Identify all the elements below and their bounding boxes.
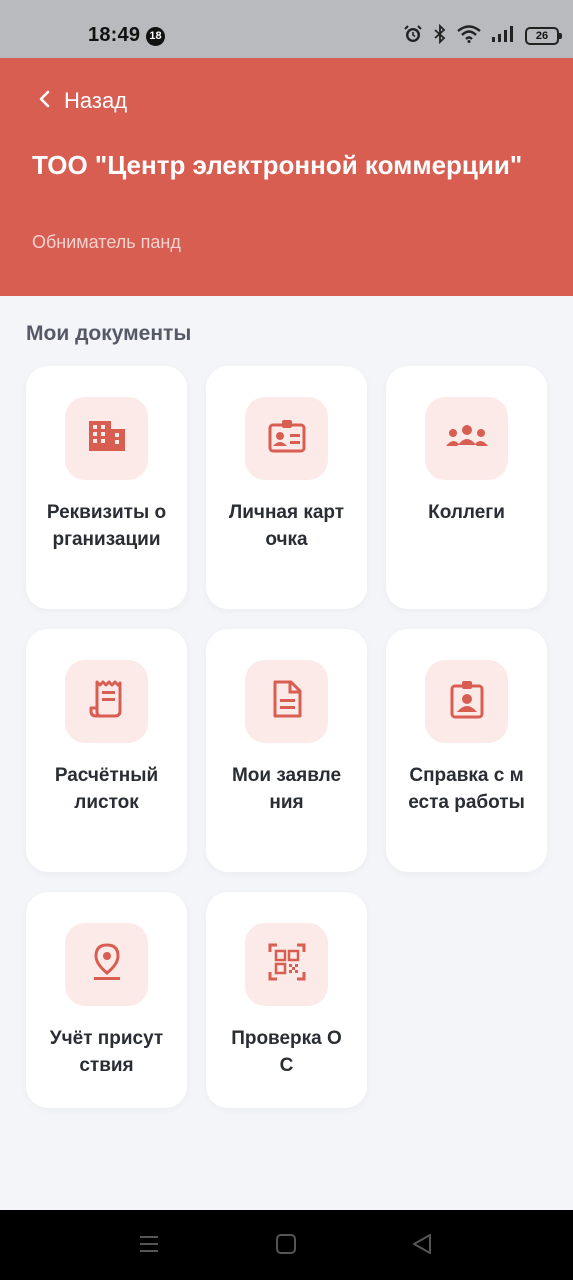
alarm-icon bbox=[403, 24, 423, 49]
people-icon bbox=[445, 423, 489, 454]
card-label: Личная карточка bbox=[228, 502, 345, 550]
chevron-left-icon bbox=[38, 89, 52, 114]
status-bar: 18:49 18 26 bbox=[0, 0, 573, 58]
card-label: Мои заявления bbox=[231, 765, 342, 813]
header: Назад ТОО "Центр электронной коммерции" … bbox=[0, 58, 573, 296]
bluetooth-icon bbox=[433, 23, 447, 49]
back-button[interactable]: Назад bbox=[38, 88, 127, 114]
employee-position: Обниматель панд bbox=[32, 232, 181, 252]
certificate-icon bbox=[449, 679, 485, 724]
signal-icon bbox=[491, 25, 515, 48]
organization-title: ТОО "Центр электронной коммерции" bbox=[32, 150, 523, 180]
document-icon bbox=[271, 679, 303, 724]
icon-container bbox=[65, 397, 148, 480]
notification-count-badge: 18 bbox=[146, 27, 165, 46]
card-label: Справка с места работы bbox=[408, 765, 525, 813]
card-attendance[interactable]: Учёт присутствия bbox=[26, 892, 187, 1108]
icon-container bbox=[245, 923, 328, 1006]
battery-icon: 26 bbox=[525, 27, 562, 45]
card-employment-certificate[interactable]: Справка с места работы bbox=[386, 629, 547, 872]
documents-grid: Реквизиты организации Личная карточка Ко… bbox=[26, 366, 548, 1108]
card-payslip[interactable]: Расчётный листок bbox=[26, 629, 187, 872]
card-label: Реквизиты организации bbox=[46, 502, 167, 550]
icon-container bbox=[65, 660, 148, 743]
building-icon bbox=[87, 419, 127, 458]
icon-container bbox=[65, 923, 148, 1006]
icon-container bbox=[425, 660, 508, 743]
card-label: Учёт присутствия bbox=[49, 1028, 164, 1076]
wifi-icon bbox=[457, 24, 481, 48]
icon-container bbox=[425, 397, 508, 480]
section-title: Мои документы bbox=[26, 322, 192, 345]
icon-container bbox=[245, 660, 328, 743]
card-label: Проверка ОС bbox=[231, 1028, 342, 1076]
status-icons: 26 bbox=[403, 22, 562, 50]
location-pin-icon bbox=[91, 942, 123, 987]
card-os-check[interactable]: Проверка ОС bbox=[206, 892, 367, 1108]
back-triangle-icon[interactable] bbox=[410, 1232, 434, 1261]
status-time: 18:49 bbox=[88, 24, 141, 46]
card-my-applications[interactable]: Мои заявления bbox=[206, 629, 367, 872]
qr-code-icon bbox=[267, 942, 307, 987]
home-icon[interactable] bbox=[274, 1232, 298, 1261]
back-label: Назад bbox=[64, 88, 128, 113]
card-colleagues[interactable]: Коллеги bbox=[386, 366, 547, 609]
card-label: Расчётный листок bbox=[54, 765, 159, 813]
system-nav-bar bbox=[0, 1210, 573, 1280]
card-label: Коллеги bbox=[428, 502, 505, 523]
receipt-icon bbox=[88, 679, 126, 724]
id-badge-icon bbox=[267, 418, 307, 459]
icon-container bbox=[245, 397, 328, 480]
menu-icon[interactable] bbox=[137, 1232, 161, 1261]
card-personal-card[interactable]: Личная карточка bbox=[206, 366, 367, 609]
card-organization-details[interactable]: Реквизиты организации bbox=[26, 366, 187, 609]
